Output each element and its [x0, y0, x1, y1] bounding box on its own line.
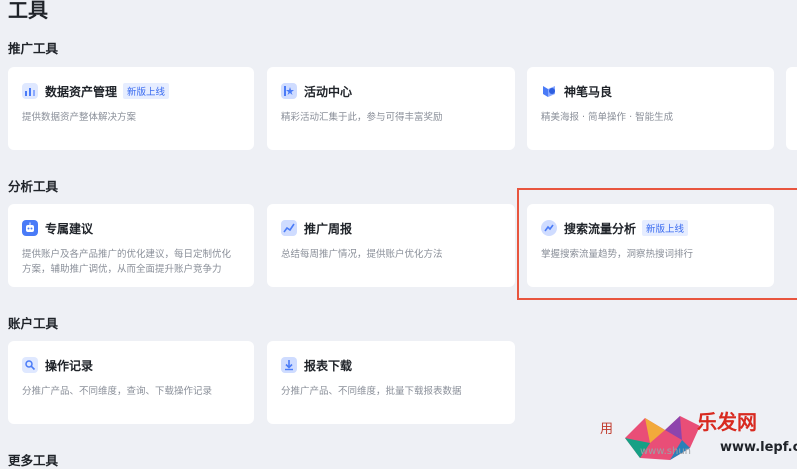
card-description: 分推广产品、不同维度，查询、下载操作记录 [22, 386, 213, 397]
robot-icon [22, 220, 38, 236]
card-description: 精美海报 · 简单操作 · 智能生成 [541, 112, 674, 123]
card-description: 总结每周推广情况，提供账户优化方法 [281, 249, 443, 260]
watermark: 用 乐发网 www.shun www.lepf.cn [600, 408, 797, 468]
section-title-more-tools: 更多工具 [8, 453, 59, 468]
highlight-box [517, 188, 797, 300]
section-title-analysis-tools: 分析工具 [8, 179, 59, 194]
card-title: 数据资产管理 [45, 84, 118, 99]
card-magic-brush[interactable]: 神笔马良 精美海报 · 简单操作 · 智能生成 [527, 67, 774, 150]
section-title-promotion-tools: 推广工具 [8, 41, 59, 56]
card-weekly-report[interactable]: 推广周报 总结每周推广情况，提供账户优化方法 [267, 204, 515, 287]
brush-icon [541, 83, 557, 99]
card-title: 报表下载 [304, 358, 353, 373]
card-description: 精彩活动汇集于此，参与可得丰富奖励 [281, 112, 443, 123]
flag-star-icon [281, 83, 297, 99]
download-icon [281, 357, 297, 373]
section-title-account-tools: 账户工具 [8, 316, 59, 331]
card-activity-center[interactable]: 活动中心 精彩活动汇集于此，参与可得丰富奖励 [267, 67, 515, 150]
card-report-download[interactable]: 报表下载 分推广产品、不同维度，批量下载报表数据 [267, 341, 515, 424]
new-version-badge: 新版上线 [123, 83, 170, 99]
watermark-prefix: 用 [600, 422, 614, 437]
card-partial-offscreen[interactable] [786, 67, 797, 150]
card-title: 活动中心 [304, 84, 353, 99]
card-description: 提供数据资产整体解决方案 [22, 112, 137, 123]
card-title: 操作记录 [45, 358, 94, 373]
card-title: 神笔马良 [564, 84, 613, 99]
page-title: 工具 [8, 0, 48, 22]
watermark-url: www.lepf.cn [720, 440, 797, 455]
card-description: 分推广产品、不同维度，批量下载报表数据 [281, 386, 462, 397]
card-title: 专属建议 [45, 221, 94, 236]
card-operation-records[interactable]: 操作记录 分推广产品、不同维度，查询、下载操作记录 [8, 341, 254, 424]
watermark-brand: 乐发网 [697, 410, 757, 434]
watermark-url-partial: www.shun [640, 446, 692, 457]
record-search-icon [22, 357, 38, 373]
card-description: 提供账户及各产品推广的优化建议，每日定制优化方案，辅助推广调优，从而全面提升账户… [22, 249, 232, 275]
trend-chart-icon [281, 220, 297, 236]
card-title: 推广周报 [304, 221, 353, 236]
card-exclusive-suggestions[interactable]: 专属建议 提供账户及各产品推广的优化建议，每日定制优化方案，辅助推广调优，从而全… [8, 204, 254, 287]
card-data-asset-management[interactable]: 数据资产管理 新版上线 提供数据资产整体解决方案 [8, 67, 254, 150]
bar-chart-icon [22, 83, 38, 99]
